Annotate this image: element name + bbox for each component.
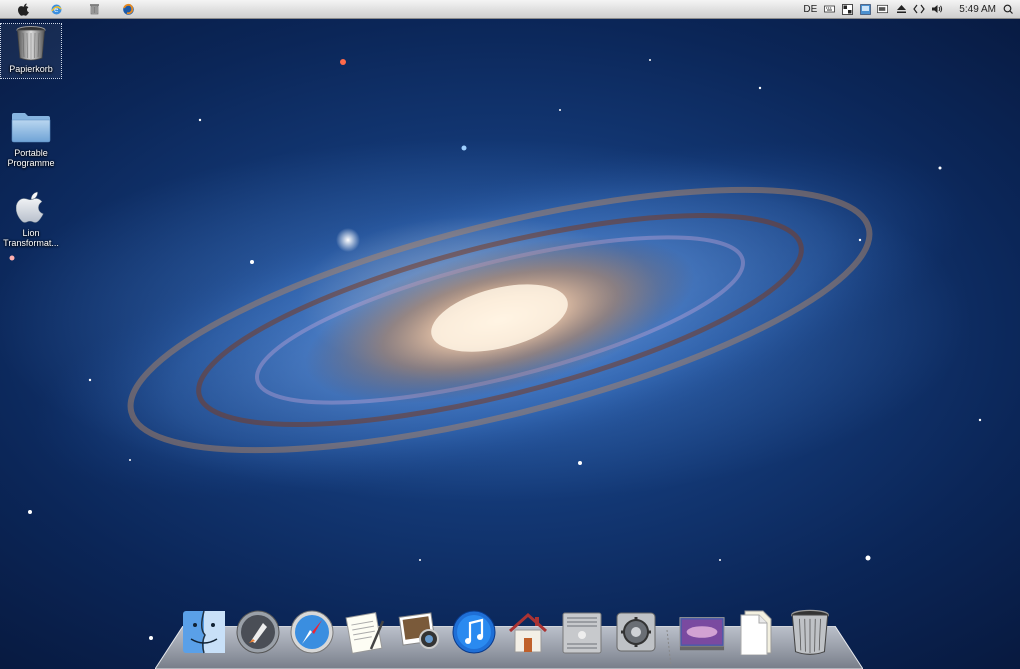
- desktop-icon-lion-transformation[interactable]: Lion Transformat...: [1, 188, 61, 248]
- spotlight-icon[interactable]: [1002, 4, 1014, 15]
- grid-icon[interactable]: [841, 3, 853, 15]
- volume-icon[interactable]: [931, 4, 943, 15]
- dock-trash-icon[interactable]: [786, 606, 834, 658]
- iphoto-icon[interactable]: [396, 606, 444, 658]
- desktop-icon-label: Papierkorb: [9, 64, 53, 74]
- keyboard-icon[interactable]: [823, 4, 835, 15]
- mac-pro-icon[interactable]: [558, 606, 606, 658]
- desktop-icon-papierkorb[interactable]: Papierkorb: [0, 23, 62, 79]
- menubar-status-area: DE 5:49 AM: [803, 0, 1014, 18]
- safari-icon[interactable]: [288, 606, 336, 658]
- apple-logo-icon: [9, 188, 53, 226]
- eject-icon[interactable]: [895, 4, 907, 15]
- display-icon[interactable]: [859, 3, 871, 15]
- svg-text:e: e: [54, 6, 58, 14]
- desktop-icon-label: Portable Programme: [7, 148, 55, 168]
- documents-icon[interactable]: [732, 606, 780, 658]
- system-preferences-icon[interactable]: [612, 606, 660, 658]
- itunes-icon[interactable]: [450, 606, 498, 658]
- apple-icon[interactable]: [10, 0, 38, 18]
- launchpad-icon[interactable]: [234, 606, 282, 658]
- home-icon[interactable]: [504, 606, 552, 658]
- menubar-clock[interactable]: 5:49 AM: [959, 4, 996, 15]
- ie-browser-icon[interactable]: e: [38, 0, 74, 18]
- trash-icon: [9, 24, 53, 62]
- input-language-indicator[interactable]: DE: [803, 4, 817, 15]
- menubar-left-icons: e: [10, 0, 142, 18]
- dock-separator: [666, 606, 672, 658]
- dock: [180, 606, 834, 658]
- galaxy-wallpaper-art: [9, 59, 982, 640]
- textedit-icon[interactable]: [342, 606, 390, 658]
- code-icon[interactable]: [913, 4, 926, 15]
- trash-small-icon[interactable]: [74, 0, 114, 18]
- firefox-icon[interactable]: [114, 0, 142, 18]
- finder-icon[interactable]: [180, 606, 228, 658]
- battery-icon[interactable]: [877, 4, 889, 15]
- desktop-icon-label: Lion Transformat...: [3, 228, 59, 248]
- folder-icon: [9, 108, 53, 146]
- desktop-icon-portable-programme[interactable]: Portable Programme: [1, 108, 61, 168]
- desktop-folder-icon[interactable]: [678, 606, 726, 658]
- menu-bar: e DE 5:49 AM: [0, 0, 1020, 19]
